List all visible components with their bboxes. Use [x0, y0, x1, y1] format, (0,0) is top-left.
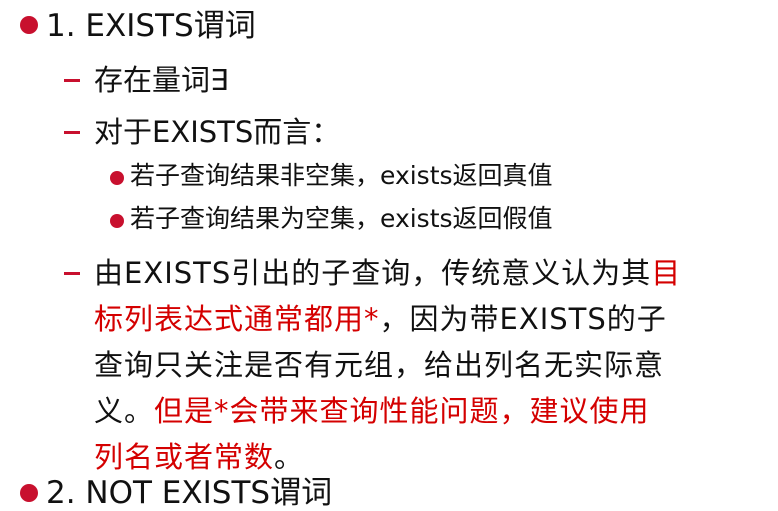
bullet-dot: [20, 16, 38, 34]
emphasis-span: 目: [651, 256, 682, 290]
item-nonempty-true: 若子查询结果非空集，exists返回真值: [130, 161, 553, 190]
item-empty-false: 若子查询结果为空集，exists返回假值: [130, 204, 553, 233]
sub-bullet-dot: [110, 171, 124, 185]
item-existential-quantifier: 存在量词∃: [94, 63, 229, 97]
bullet-dot: [20, 484, 38, 502]
dash-bullet: [64, 131, 80, 134]
paragraph-line: 由EXISTS引出的子查询，传统意义认为其目: [94, 250, 778, 296]
dash-bullet: [64, 272, 80, 275]
item-for-exists: 对于EXISTS而言：: [94, 115, 341, 149]
emphasis-span: 标列表达式通常都用*: [94, 302, 380, 336]
emphasis-span: 但是*会带来查询性能问题，建议使用: [154, 394, 650, 428]
heading-not-exists: 2. NOT EXISTS谓词: [46, 475, 333, 511]
text-span: ，因为带EXISTS的子: [379, 302, 667, 336]
sub-bullet-dot: [110, 214, 124, 228]
paragraph-line: 查询只关注是否有元组，给出列名无实际意: [94, 342, 778, 388]
dash-bullet: [64, 79, 80, 82]
paragraph-line: 列名或者常数。: [94, 434, 778, 480]
text-span: 由EXISTS引出的子查询，传统意义认为其: [94, 256, 652, 290]
text-span: 。: [274, 440, 305, 474]
text-span: 义。: [94, 394, 155, 428]
text-span: 查询只关注是否有元组，给出列名无实际意: [94, 348, 665, 382]
paragraph-line: 义。但是*会带来查询性能问题，建议使用: [94, 388, 778, 434]
emphasis-span: 列名或者常数: [94, 440, 275, 474]
paragraph-line: 标列表达式通常都用*，因为带EXISTS的子: [94, 296, 778, 342]
paragraph-exists-subquery: 由EXISTS引出的子查询，传统意义认为其目 标列表达式通常都用*，因为带EXI…: [94, 250, 778, 480]
heading-exists: 1. EXISTS谓词: [46, 8, 256, 44]
